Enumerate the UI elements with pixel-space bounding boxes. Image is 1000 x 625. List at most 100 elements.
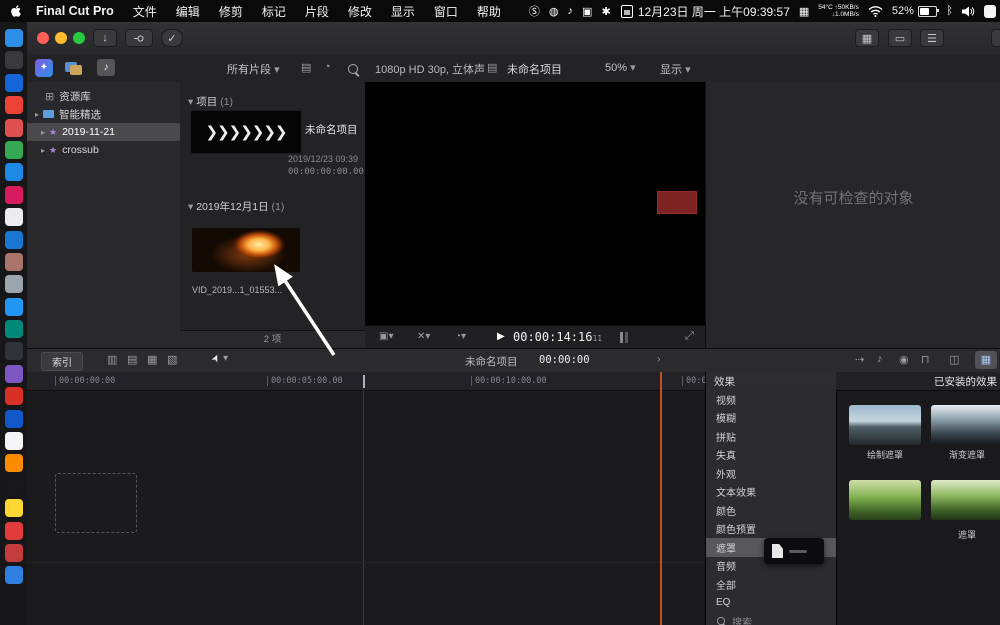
menubar-datetime[interactable]: 12月23日 周一 上午09:39:57 xyxy=(638,3,790,20)
sidebar-item-event-crossub[interactable]: ▸ ★ crossub xyxy=(27,141,180,159)
index-button[interactable]: 索引 xyxy=(41,352,83,371)
insert-tool-icon[interactable]: ▤ xyxy=(127,353,137,366)
dock-app-icon[interactable] xyxy=(4,252,23,271)
view-options-dropdown[interactable]: ▣▾ xyxy=(379,331,393,342)
playhead-marker[interactable] xyxy=(363,375,365,388)
retime-dropdown[interactable]: ◔▾ xyxy=(455,331,466,342)
status-s-icon[interactable]: Ⓢ xyxy=(529,3,540,19)
system-stats[interactable]: 54°C ↑50KB/s ↓1.0MB/s xyxy=(818,4,859,18)
effects-category-distortion[interactable]: 失真 xyxy=(706,446,836,465)
dock-app-icon[interactable] xyxy=(4,387,23,406)
effects-category-text[interactable]: 文本效果 xyxy=(706,483,836,502)
overlays-dropdown[interactable]: ✕▾ xyxy=(417,331,430,342)
sidebar-titles-icon[interactable]: ♪ xyxy=(97,59,115,76)
battery-icon[interactable] xyxy=(917,5,939,17)
dock-app-icon[interactable] xyxy=(4,118,23,137)
menu-mark[interactable]: 标记 xyxy=(262,3,286,20)
dock-app-icon[interactable] xyxy=(4,275,23,294)
effects-category-looks[interactable]: 外观 xyxy=(706,464,836,483)
effects-category-video[interactable]: 视频 xyxy=(706,390,836,409)
timeline-project-name[interactable]: 未命名项目 xyxy=(465,354,518,369)
menu-trim[interactable]: 修剪 xyxy=(219,3,243,20)
effects-category-color[interactable]: 颜色 xyxy=(706,501,836,520)
audio-skimming-toggle-icon[interactable]: ♪ xyxy=(877,353,883,365)
keyword-editor-button[interactable]: ⚲ xyxy=(125,29,153,47)
dock-app-icon[interactable] xyxy=(4,342,23,361)
skimmer-line[interactable] xyxy=(660,372,662,625)
volume-icon[interactable] xyxy=(962,6,975,17)
status-window-grid-icon[interactable]: ▦ xyxy=(799,5,809,18)
effects-category-color-presets[interactable]: 颜色预置 xyxy=(706,520,836,539)
zoom-button[interactable] xyxy=(73,32,85,44)
connect-tool-icon[interactable]: ▦ xyxy=(147,353,157,366)
status-display-icon[interactable]: ▣ xyxy=(582,5,592,18)
effect-thumb-draw-mask[interactable] xyxy=(849,405,921,445)
chevron-right-icon[interactable]: › xyxy=(657,353,661,365)
sidebar-item-library[interactable]: ⊞ 资源库 xyxy=(27,87,180,105)
playhead-line[interactable] xyxy=(363,390,364,625)
timeline[interactable]: 00:00:00:00 00:00:05:00.00 00:00:10:00.0… xyxy=(27,372,705,625)
dock-app-icon[interactable] xyxy=(4,476,23,495)
dock-app-icon[interactable] xyxy=(4,51,23,70)
minimize-button[interactable] xyxy=(55,32,67,44)
dock-app-icon[interactable] xyxy=(4,409,23,428)
sidebar-media-icon[interactable]: ✦ xyxy=(35,59,53,77)
clip-thumbnail-fire[interactable] xyxy=(192,228,300,272)
workspace-default-button[interactable]: ▦ xyxy=(855,29,879,47)
sidebar-item-smart-collection[interactable]: ▸ 智能精选 xyxy=(27,105,180,123)
effects-category-eq[interactable]: EQ xyxy=(706,594,836,613)
dock-app-icon[interactable] xyxy=(4,185,23,204)
project-name-label[interactable]: 未命名项目 xyxy=(305,122,358,137)
dock-app-icon[interactable] xyxy=(4,140,23,159)
disclosure-open-icon[interactable]: ▾ xyxy=(188,201,193,213)
timeline-ruler[interactable]: 00:00:00:00 00:00:05:00.00 00:00:10:00.0… xyxy=(27,372,705,391)
menubar-app-name[interactable]: Final Cut Pro xyxy=(36,4,114,18)
mask-overlay-rect[interactable] xyxy=(657,191,697,214)
workspace-organize-button[interactable]: ▭ xyxy=(888,29,912,47)
sidebar-item-event-2019-11-21[interactable]: ▸ ★ 2019-11-21 xyxy=(27,123,180,141)
dock-app-icon[interactable] xyxy=(4,208,23,227)
wifi-icon[interactable] xyxy=(868,5,883,17)
menu-window[interactable]: 窗口 xyxy=(434,3,458,20)
menu-edit[interactable]: 编辑 xyxy=(176,3,200,20)
dock-app-icon[interactable] xyxy=(4,73,23,92)
browser-section-projects[interactable]: ▾ 项目 (1) xyxy=(188,94,233,109)
play-button[interactable]: ▶ xyxy=(497,331,505,342)
search-icon[interactable] xyxy=(348,63,358,75)
project-filmstrip-thumbnail[interactable]: ❯❯❯❯❯❯❯ xyxy=(190,110,302,154)
dock-app-icon[interactable] xyxy=(4,320,23,339)
apple-logo-icon[interactable] xyxy=(10,4,22,18)
dock-app-icon[interactable] xyxy=(4,543,23,562)
calendar-icon[interactable] xyxy=(620,4,633,18)
dock-app-icon[interactable] xyxy=(4,499,23,518)
dock-app-icon[interactable] xyxy=(4,364,23,383)
effect-thumb-mask-3[interactable] xyxy=(849,480,921,520)
effects-search-field[interactable]: 搜索 xyxy=(706,612,836,625)
clip-filter-dropdown[interactable]: 所有片段 ▾ xyxy=(227,61,280,77)
sidebar-photos-audio-icon[interactable] xyxy=(65,60,83,76)
effect-thumb-mask-4[interactable] xyxy=(931,480,1000,520)
append-tool-icon[interactable]: ▥ xyxy=(107,353,117,366)
close-button[interactable] xyxy=(37,32,49,44)
duration-slider-icon[interactable]: ◔ xyxy=(324,61,331,73)
menu-view[interactable]: 显示 xyxy=(391,3,415,20)
background-tasks-button[interactable]: ✓ xyxy=(161,29,183,47)
viewer-view-dropdown[interactable]: 显示 ▾ xyxy=(660,61,691,77)
menu-file[interactable]: 文件 xyxy=(133,3,157,20)
bluetooth-icon[interactable]: ᛒ xyxy=(946,5,953,17)
project-info-icon[interactable]: ▤ xyxy=(487,61,497,74)
effects-category-tiling[interactable]: 拼贴 xyxy=(706,427,836,446)
disclosure-icon[interactable]: ▸ xyxy=(41,128,45,137)
dock-app-icon[interactable] xyxy=(4,230,23,249)
disclosure-icon[interactable]: ▸ xyxy=(35,110,39,119)
menu-clip[interactable]: 片段 xyxy=(305,3,329,20)
clip-appearance-icon[interactable]: ▤ xyxy=(301,61,311,74)
status-swirl-icon[interactable]: ✱ xyxy=(601,5,610,18)
effects-browser-toggle[interactable]: ▦ xyxy=(975,351,997,369)
dock-app-icon[interactable] xyxy=(4,96,23,115)
menu-modify[interactable]: 修改 xyxy=(348,3,372,20)
input-source-icon[interactable] xyxy=(984,4,997,18)
audio-meter-bar[interactable] xyxy=(625,332,628,343)
disclosure-icon[interactable]: ▸ xyxy=(41,146,45,155)
dock-app-icon[interactable] xyxy=(4,297,23,316)
